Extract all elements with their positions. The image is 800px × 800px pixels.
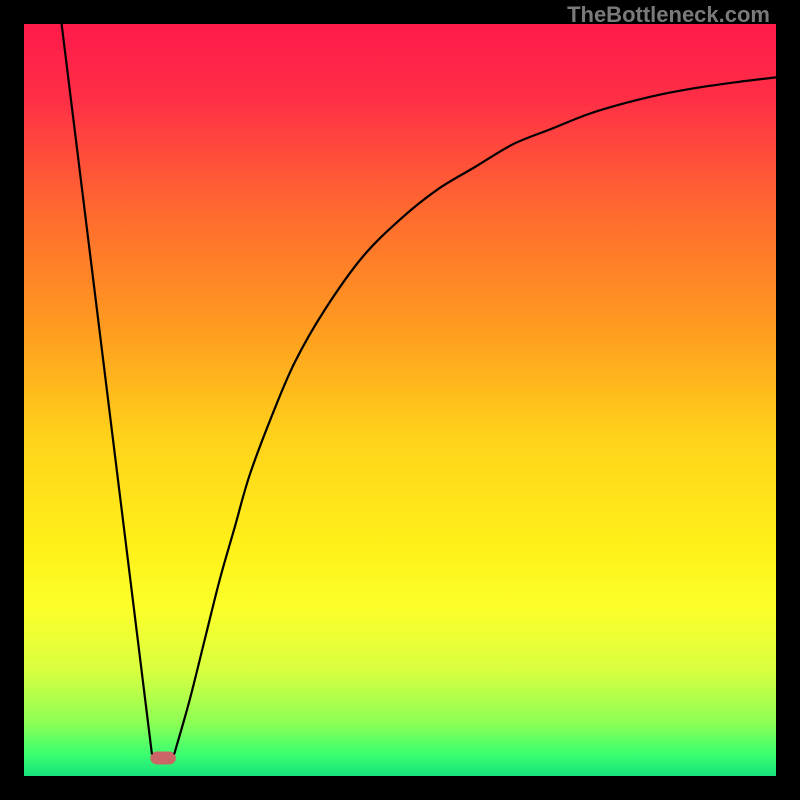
chart-svg <box>24 24 776 776</box>
bottleneck-marker <box>150 751 176 764</box>
plot-area <box>24 24 776 776</box>
watermark-text: TheBottleneck.com <box>567 2 770 28</box>
gradient-background <box>24 24 776 776</box>
